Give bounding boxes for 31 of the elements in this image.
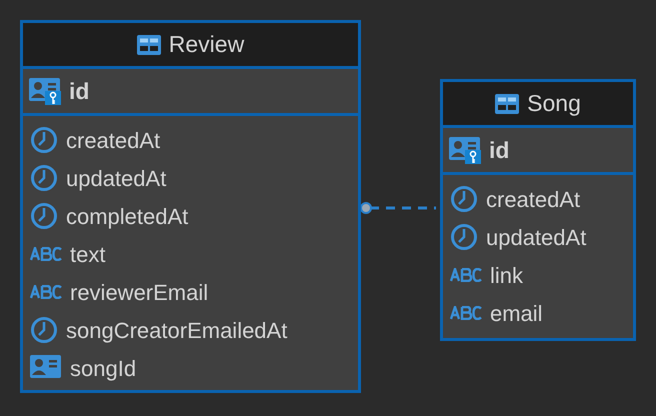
clock-icon: [450, 185, 478, 213]
field-name: updatedAt: [486, 224, 586, 252]
clock-icon: [30, 202, 58, 230]
clock-icon: [30, 126, 58, 154]
field-name: songId: [70, 354, 136, 383]
text-type-icon: [30, 285, 62, 299]
text-type-icon: [450, 306, 482, 320]
clock-icon: [30, 164, 58, 192]
table-icon: [136, 34, 161, 54]
table-title: Review: [168, 30, 244, 60]
text-type-icon: [30, 247, 62, 261]
key-field-name: id: [69, 76, 90, 106]
field-name: createdAt: [66, 126, 160, 154]
table-title: Song: [527, 89, 581, 118]
field-name: completedAt: [66, 202, 188, 231]
table-icon: [495, 94, 520, 114]
id-card-key-icon: [29, 77, 61, 105]
field-name: createdAt: [486, 186, 580, 214]
clock-icon: [450, 223, 478, 251]
key-field-name: id: [489, 136, 510, 165]
clock-icon: [30, 316, 58, 344]
field-name: text: [70, 240, 106, 268]
table-node[interactable]: Song id createdAt updatedAt link email: [440, 79, 636, 341]
field-name: songCreatorEmailedAt: [66, 316, 288, 345]
field-name: email: [490, 300, 543, 328]
text-type-icon: [450, 268, 482, 282]
field-name: link: [490, 262, 524, 290]
table-node[interactable]: Review id createdAt updatedAt completedAt text reviewerEmail songCreatorEmailedAt songId: [20, 20, 361, 393]
field-name: updatedAt: [66, 164, 166, 193]
field-name: reviewerEmail: [70, 278, 208, 306]
id-card-key-icon: [449, 136, 481, 164]
